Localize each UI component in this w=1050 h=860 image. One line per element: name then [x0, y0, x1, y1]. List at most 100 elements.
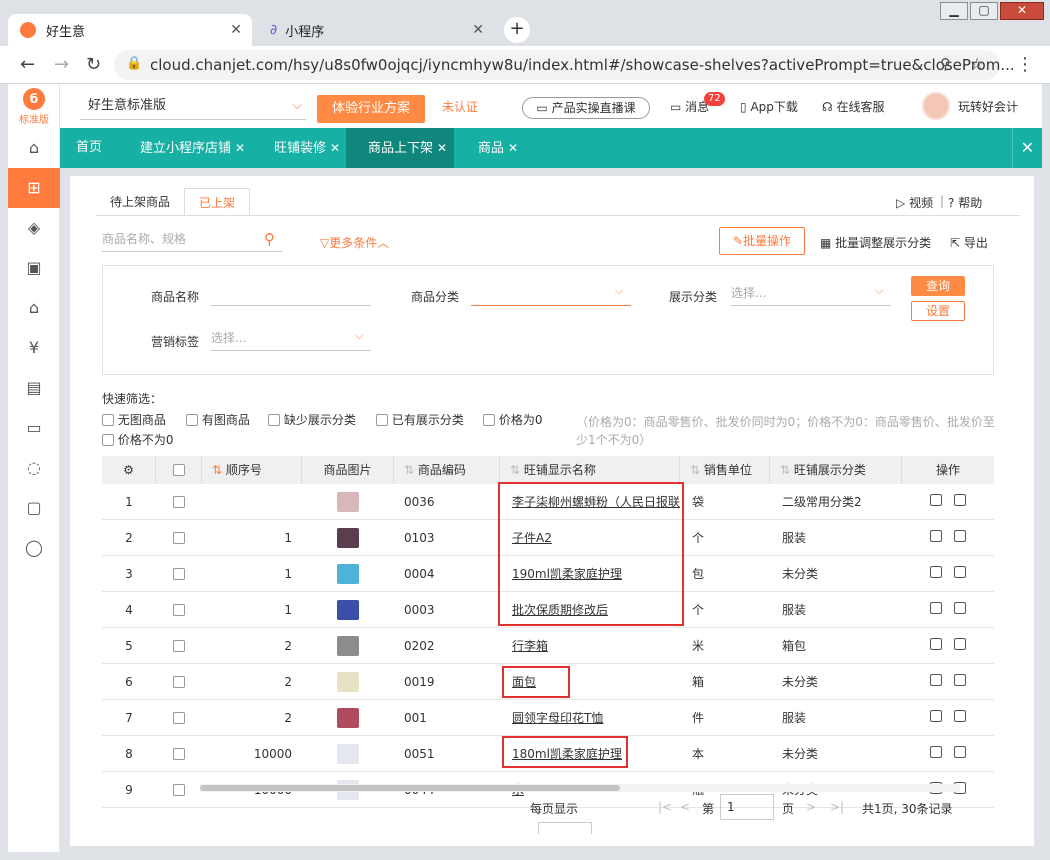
org-select[interactable]: 好生意标准版 ⌵	[80, 94, 306, 120]
search-icon[interactable]: ⚲	[264, 230, 275, 248]
tab-home[interactable]: 首页	[76, 128, 102, 168]
table-row[interactable]: 7 2 001 圆领字母印花T恤件 服装	[102, 700, 994, 736]
tab-store-decor[interactable]: 旺铺装修 ✕	[274, 128, 340, 168]
open-external-icon[interactable]	[954, 638, 966, 650]
open-external-icon[interactable]	[954, 566, 966, 578]
table-row[interactable]: 5 2 0202 行李箱米 箱包	[102, 628, 994, 664]
checkbox[interactable]	[102, 414, 114, 426]
row-store-name-link[interactable]: 行李箱	[512, 628, 680, 664]
search-input[interactable]: 商品名称、规格	[102, 228, 282, 252]
close-icon[interactable]: ✕	[472, 22, 484, 38]
col-order[interactable]: ⇅ 顺序号	[202, 456, 302, 484]
bookmark-star-icon[interactable]: ☆	[970, 54, 984, 73]
close-icon[interactable]: ✕	[235, 141, 245, 155]
close-icon[interactable]: ✕	[437, 141, 447, 155]
page-input[interactable]: 1	[720, 794, 774, 820]
tab-products[interactable]: 商品 ✕	[478, 128, 518, 168]
checkbox[interactable]	[172, 464, 185, 476]
filter-price-zero[interactable]: 价格为0	[483, 411, 542, 428]
video-link[interactable]: ▷ 视频	[896, 194, 933, 211]
col-store-category[interactable]: ⇅ 旺铺展示分类	[770, 456, 902, 484]
row-checkbox[interactable]	[156, 664, 202, 700]
forward-icon[interactable]: →	[54, 54, 69, 75]
tab-on-shelf[interactable]: 已上架	[184, 188, 251, 216]
browser-menu-icon[interactable]: ⋮	[1016, 54, 1034, 75]
open-external-icon[interactable]	[954, 530, 966, 542]
window-close-button[interactable]: ✕	[1000, 2, 1044, 20]
unverified-link[interactable]: 未认证	[442, 98, 478, 115]
checkbox[interactable]	[173, 604, 185, 616]
checkbox[interactable]	[268, 414, 280, 426]
prev-page-icon[interactable]: <	[680, 800, 690, 814]
last-page-icon[interactable]: >|	[830, 800, 844, 814]
browser-tab-miniprogram[interactable]: ∂ 小程序 ✕	[258, 14, 494, 46]
row-checkbox[interactable]	[156, 736, 202, 772]
reload-icon[interactable]: ↻	[86, 54, 101, 75]
checkbox[interactable]	[376, 414, 388, 426]
export-button[interactable]: ⇱ 导出	[950, 234, 988, 251]
edit-icon[interactable]	[930, 746, 942, 758]
minimize-button[interactable]: ▁	[940, 2, 968, 20]
marketing-tag-select[interactable]: 选择...	[211, 327, 371, 351]
maximize-button[interactable]: ▢	[970, 2, 998, 20]
horizontal-scrollbar[interactable]	[200, 784, 960, 792]
filter-has-category[interactable]: 已有展示分类	[376, 411, 464, 428]
checkbox[interactable]	[173, 568, 185, 580]
online-service-link[interactable]: ☊ 在线客服	[822, 98, 885, 115]
category-select[interactable]	[471, 282, 631, 306]
help-link[interactable]: ? 帮助	[948, 194, 982, 211]
checkbox[interactable]	[173, 640, 185, 652]
edit-icon[interactable]	[930, 494, 942, 506]
gear-icon[interactable]: ⚙	[102, 456, 156, 484]
open-external-icon[interactable]	[954, 746, 966, 758]
settings-button[interactable]: 设置	[911, 301, 965, 321]
warehouse-icon[interactable]: ⌂	[8, 288, 60, 328]
edit-icon[interactable]	[930, 530, 942, 542]
tab-build-store[interactable]: 建立小程序店铺 ✕	[140, 128, 245, 168]
open-external-icon[interactable]	[954, 494, 966, 506]
row-store-name-link[interactable]: 圆领字母印花T恤	[512, 700, 680, 736]
close-icon[interactable]: ✕	[230, 22, 242, 38]
checkbox[interactable]	[483, 414, 495, 426]
shopping-bag-icon[interactable]: ▣	[8, 248, 60, 288]
more-conditions-link[interactable]: ▽更多条件︿	[320, 234, 389, 251]
tab-shelves[interactable]: 商品上下架 ✕	[346, 128, 454, 168]
col-code[interactable]: ⇅ 商品编码	[394, 456, 500, 484]
select-all-checkbox[interactable]	[156, 456, 202, 484]
display-category-select[interactable]: 选择...	[731, 282, 891, 306]
checkbox[interactable]	[173, 748, 185, 760]
checkbox[interactable]	[173, 496, 185, 508]
product-name-input[interactable]	[211, 282, 371, 306]
checkbox[interactable]	[173, 784, 185, 796]
gift-icon[interactable]: ⊞	[8, 168, 60, 208]
col-store-name[interactable]: ⇅ 旺铺显示名称	[500, 456, 680, 484]
tag-icon[interactable]: ◈	[8, 208, 60, 248]
query-button[interactable]: 查询	[911, 276, 965, 296]
tab-pending-shelf[interactable]: 待上架商品	[96, 188, 184, 216]
next-page-icon[interactable]: >	[806, 800, 816, 814]
filter-price-nonzero[interactable]: 价格不为0	[102, 431, 173, 448]
close-all-tabs-icon[interactable]: ✕	[1012, 128, 1042, 168]
batch-category-button[interactable]: ▦ 批量调整展示分类	[820, 234, 931, 251]
per-page-select[interactable]	[538, 822, 592, 834]
new-feature-icon[interactable]: ▢	[8, 488, 60, 528]
row-checkbox[interactable]	[156, 484, 202, 520]
filter-missing-category[interactable]: 缺少展示分类	[268, 411, 356, 428]
checkbox[interactable]	[173, 532, 185, 544]
zoom-icon[interactable]: ⚲	[940, 55, 951, 73]
open-external-icon[interactable]	[954, 710, 966, 722]
row-checkbox[interactable]	[156, 628, 202, 664]
filter-no-image[interactable]: 无图商品	[102, 411, 166, 428]
home-icon[interactable]: ⌂	[8, 128, 60, 168]
new-tab-button[interactable]: +	[504, 17, 530, 43]
edit-icon[interactable]	[930, 674, 942, 686]
trial-solution-button[interactable]: 体验行业方案	[317, 95, 425, 123]
checkbox[interactable]	[186, 414, 198, 426]
row-checkbox[interactable]	[156, 520, 202, 556]
id-card-icon[interactable]: ▭	[8, 408, 60, 448]
cycle-icon[interactable]: ◌	[8, 448, 60, 488]
col-unit[interactable]: ⇅ 销售单位	[680, 456, 770, 484]
batch-operation-button[interactable]: ✎批量操作	[719, 227, 805, 255]
url-field[interactable]: 🔒 cloud.chanjet.com/hsy/u8s0fw0ojqcj/iyn…	[114, 50, 1015, 80]
avatar[interactable]	[922, 92, 950, 120]
